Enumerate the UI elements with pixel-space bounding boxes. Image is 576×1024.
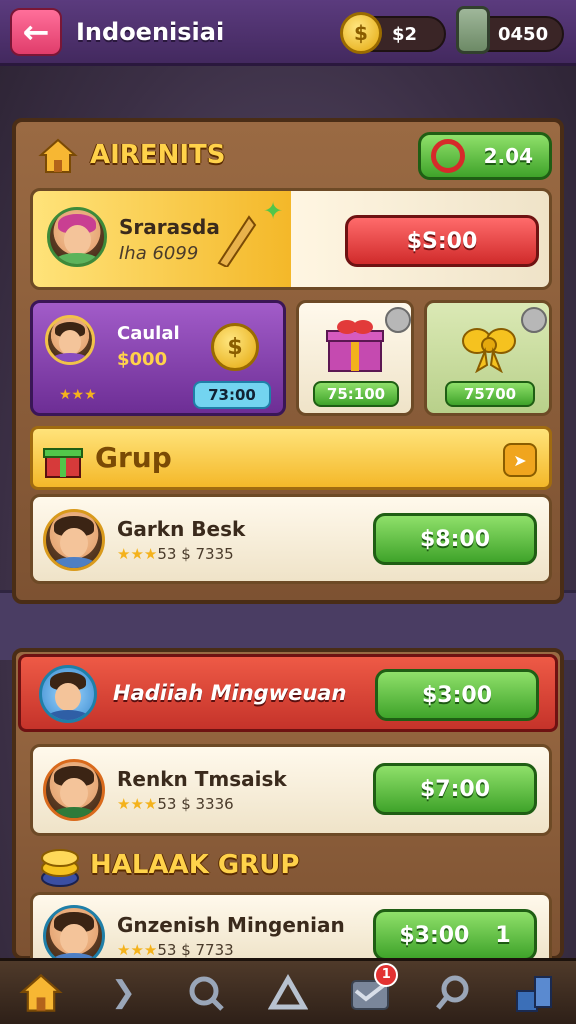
coin-counter[interactable]: $ $2 (340, 12, 446, 54)
avatar (39, 665, 97, 723)
section-title: HALAAK GRUP (90, 850, 300, 880)
star-rating: ★★★ (117, 545, 158, 563)
gems-amount: 2.04 (483, 144, 533, 168)
list-item-meta-text: 53 $ 3336 (157, 795, 234, 813)
jar-amount: 0450 (498, 23, 549, 45)
gift-icon (43, 448, 83, 478)
grup-title: Grup (95, 441, 172, 474)
home-icon (19, 973, 63, 1012)
featured-sub: Iha 6099 (119, 243, 199, 264)
gift-card-2-label: 75700 (445, 381, 535, 407)
daily-amount: $000 (117, 349, 168, 370)
notification-badge: 1 (374, 962, 399, 987)
list-item-name: Garkn Besk (117, 517, 246, 541)
nav-home[interactable] (17, 969, 65, 1017)
nav-triangle[interactable] (264, 969, 312, 1017)
nav-inbox[interactable]: 1 (346, 962, 399, 1017)
gems-button[interactable]: 2.04 (418, 132, 552, 180)
weekly-price: $3:00 (421, 682, 493, 708)
coin-bag-icon: $ (211, 323, 259, 371)
pin-icon (435, 975, 469, 1010)
list-item[interactable]: Garkn Besk ★★★53 $ 7335 $8:00 (30, 494, 552, 584)
panel-title: AIRENITS (90, 140, 226, 170)
blocks-icon (515, 975, 552, 1012)
avatar (47, 207, 107, 267)
daily-name: Caulal (117, 323, 180, 344)
jar-counter[interactable]: 0450 (456, 6, 564, 54)
list-item-name: Renkn Tmsaisk (117, 767, 287, 791)
coin-stack-icon (41, 849, 79, 887)
buy-button[interactable]: $3:00 1 (373, 909, 537, 961)
star-rating: ★★★ (117, 941, 158, 959)
nav-search[interactable] (182, 969, 230, 1017)
back-button[interactable]: ← (10, 7, 62, 56)
list-item[interactable]: Renkn Tmsaisk ★★★53 $ 3336 $7:00 (30, 744, 552, 836)
list-item-name: Gnzenish Mingenian (117, 913, 345, 937)
weekly-title: Hadiiah Mingweuan (113, 681, 347, 705)
coin-amount: $2 (392, 23, 418, 45)
featured-price-button[interactable]: $S:00 (345, 215, 539, 267)
nav-forward[interactable]: ❯ (99, 969, 147, 1017)
list-item-meta: ★★★53 $ 7335 (117, 545, 234, 563)
featured-price: $S:00 (406, 228, 478, 254)
nav-pin[interactable] (429, 969, 477, 1017)
avatar (45, 315, 95, 365)
gift-card-1-label: 75:100 (313, 381, 399, 407)
grup-banner: Grup ➤ (30, 426, 552, 490)
top-bar: ← Indoenisiai $ $2 0450 (0, 0, 576, 66)
gift-box-icon (326, 320, 384, 372)
jar-icon (456, 6, 490, 54)
ring-icon (431, 139, 465, 173)
arrow-left-icon: ← (22, 12, 50, 51)
list-item-meta-text: 53 $ 7335 (157, 545, 234, 563)
sparkle-icon: ✦ (263, 197, 284, 225)
tag-icon[interactable]: ➤ (503, 443, 537, 477)
weekly-banner[interactable]: Hadiiah Mingweuan $3:00 (18, 654, 558, 732)
list-item-meta: ★★★53 $ 3336 (117, 795, 234, 813)
featured-card[interactable]: Srarasda Iha 6099 ✦ $S:00 (30, 188, 552, 290)
bottom-nav: ❯ 1 (0, 958, 576, 1024)
chevron-right-icon: ❯ (110, 975, 136, 1010)
list-item[interactable]: Gnzenish Mingenian ★★★53 $ 7733 $3:00 1 (30, 892, 552, 967)
buy-button[interactable]: $8:00 (373, 513, 537, 565)
buy-price: $8:00 (419, 526, 491, 552)
weekly-buy-button[interactable]: $3:00 (375, 669, 539, 721)
featured-name: Srarasda (119, 215, 220, 239)
gear-icon[interactable] (521, 307, 547, 333)
page-title: Indoenisiai (76, 17, 225, 46)
second-panel: Hadiiah Mingweuan $3:00 Renkn Tmsaisk ★★… (12, 648, 564, 967)
gift-card-1[interactable]: 75:100 (296, 300, 414, 416)
house-icon (38, 138, 78, 173)
gear-icon[interactable] (385, 307, 411, 333)
nav-blocks[interactable] (511, 969, 559, 1017)
cone-icon (217, 215, 257, 267)
main-panel: AIRENITS 2.04 Srarasda Iha 6099 ✦ $S:00 … (12, 118, 564, 604)
list-item-meta-text: 53 $ 7733 (157, 941, 234, 959)
buy-price: $3:00 (399, 922, 470, 948)
daily-timer: 73:00 (193, 381, 271, 409)
gift-card-2[interactable]: 75700 (424, 300, 552, 416)
avatar (43, 509, 105, 571)
list-item-meta: ★★★53 $ 7733 (117, 941, 234, 959)
bow-icon (462, 328, 516, 373)
magnifier-icon (189, 976, 224, 1011)
buy-button[interactable]: $7:00 (373, 763, 537, 815)
daily-card[interactable]: Caulal $000 ★★★ $ 73:00 (30, 300, 286, 416)
buy-price: $7:00 (419, 776, 491, 802)
coin-icon: $ (340, 12, 382, 54)
triangle-icon (267, 973, 308, 1009)
buy-extra: 1 (495, 922, 511, 948)
star-rating: ★★★ (59, 387, 97, 403)
avatar (43, 759, 105, 821)
star-rating: ★★★ (117, 795, 158, 813)
